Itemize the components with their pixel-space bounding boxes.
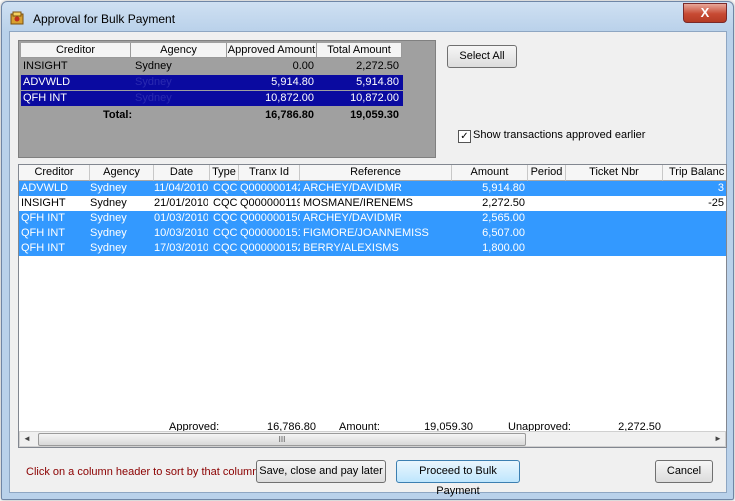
grid-header-ticket-nbr[interactable]: Ticket Nbr (566, 165, 663, 181)
grid-cell-agency: Sydney (90, 227, 127, 239)
summary-creditor: ADVWLD (23, 76, 71, 88)
grid-header-agency[interactable]: Agency (90, 165, 154, 181)
scrollbar-thumb[interactable]: III (38, 433, 526, 446)
summary-header-approved[interactable]: Approved Amount (227, 43, 317, 58)
summary-header-agency[interactable]: Agency (131, 43, 227, 58)
cancel-button[interactable]: Cancel (655, 460, 713, 483)
grid-cell-creditor: ADVWLD (21, 182, 69, 194)
sort-hint: Click on a column header to sort by that… (26, 466, 262, 478)
close-button[interactable]: X (683, 3, 727, 23)
grid-cell-reference: FIGMORE/JOANNEMISS (303, 227, 429, 239)
grid-row[interactable]: QFH INT Sydney 10/03/2010 CQC Q000000151… (19, 226, 726, 241)
horizontal-scrollbar[interactable]: ◄ III ► (19, 431, 726, 447)
grid-cell-agency: Sydney (90, 212, 127, 224)
grid-header-date[interactable]: Date (154, 165, 210, 181)
app-icon (10, 11, 24, 25)
grid-header-type[interactable]: Type (210, 165, 239, 181)
scroll-right-icon[interactable]: ► (711, 432, 725, 446)
summary-total-total: 19,059.30 (350, 109, 399, 121)
summary-row[interactable]: ADVWLD Sydney 5,914.80 5,914.80 (21, 75, 403, 90)
grid-header-creditor[interactable]: Creditor (19, 165, 90, 181)
grid-cell-agency: Sydney (90, 197, 127, 209)
grid-cell-trip-balance: -25 (708, 197, 724, 209)
summary-row[interactable]: INSIGHT Sydney 0.00 2,272.50 (21, 59, 403, 74)
grid-row[interactable]: QFH INT Sydney 01/03/2010 CQC Q000000150… (19, 211, 726, 226)
summary-creditor: QFH INT (23, 92, 67, 104)
summary-total: 5,914.80 (356, 76, 399, 88)
grid-cell-type: CQC (213, 212, 238, 224)
grid-row[interactable]: ADVWLD Sydney 11/04/2010 CQC Q000000142 … (19, 181, 726, 196)
summary-total-approved: 16,786.80 (265, 109, 314, 121)
grid-cell-reference: ARCHEY/DAVIDMR (303, 182, 402, 194)
grid-cell-amount: 5,914.80 (482, 182, 525, 194)
summary-total: 2,272.50 (356, 60, 399, 72)
grid-cell-creditor: QFH INT (21, 212, 65, 224)
summary-approved: 5,914.80 (271, 76, 314, 88)
grid-cell-reference: BERRY/ALEXISMS (303, 242, 399, 254)
summary-agency: Sydney (135, 92, 172, 104)
summary-header-creditor[interactable]: Creditor (21, 43, 131, 58)
summary-header-total[interactable]: Total Amount (317, 43, 402, 58)
grid-cell-type: CQC (213, 242, 238, 254)
grid-cell-tranx-id: Q000000142 (240, 182, 300, 194)
title-bar[interactable]: Approval for Bulk Payment X (2, 2, 733, 32)
grid-cell-date: 21/01/2010 (154, 197, 208, 209)
summary-agency: Sydney (135, 76, 172, 88)
grid-header-trip-balance[interactable]: Trip Balanc (663, 165, 726, 181)
grid-cell-type: CQC (213, 197, 238, 209)
grid-cell-amount: 2,272.50 (482, 197, 525, 209)
grid-cell-tranx-id: Q000000150 (240, 212, 300, 224)
summary-total: 10,872.00 (350, 92, 399, 104)
select-all-button[interactable]: Select All (447, 45, 517, 68)
grid-cell-tranx-id: Q000000152 (240, 242, 300, 254)
grid-cell-date: 11/04/2010 (154, 182, 208, 194)
grid-cell-amount: 6,507.00 (482, 227, 525, 239)
summary-creditor: INSIGHT (23, 60, 68, 72)
grid-cell-type: CQC (213, 227, 238, 239)
summary-approved: 0.00 (292, 60, 314, 72)
grid-cell-agency: Sydney (90, 242, 127, 254)
grid-header-reference[interactable]: Reference (300, 165, 452, 181)
grid-cell-creditor: QFH INT (21, 227, 65, 239)
grid-header-tranx-id[interactable]: Tranx Id (239, 165, 300, 181)
grid-cell-agency: Sydney (90, 182, 127, 194)
summary-total-label: Total: (103, 109, 133, 121)
dialog-window: Approval for Bulk Payment X Creditor Age… (1, 1, 734, 500)
grid-header-period[interactable]: Period (528, 165, 566, 181)
grid-cell-date: 01/03/2010 (154, 212, 208, 224)
grid-cell-creditor: QFH INT (21, 242, 65, 254)
summary-agency: Sydney (135, 60, 172, 72)
scroll-left-icon[interactable]: ◄ (20, 432, 34, 446)
grid-cell-type: CQC (213, 182, 238, 194)
summary-panel: Creditor Agency Approved Amount Total Am… (18, 40, 436, 158)
summary-row[interactable]: QFH INT Sydney 10,872.00 10,872.00 (21, 91, 403, 106)
dialog-body: Creditor Agency Approved Amount Total Am… (9, 31, 727, 497)
grid-cell-amount: 1,800.00 (482, 242, 525, 254)
checkbox-check-icon[interactable]: ✓ (458, 130, 471, 143)
grid-header-amount[interactable]: Amount (452, 165, 528, 181)
proceed-bulk-payment-button[interactable]: Proceed to Bulk Payment (396, 460, 520, 497)
grid-cell-tranx-id: Q000000151 (240, 227, 300, 239)
grid-row[interactable]: QFH INT Sydney 17/03/2010 CQC Q000000152… (19, 241, 726, 256)
summary-approved: 10,872.00 (265, 92, 314, 104)
grid-row[interactable]: INSIGHT Sydney 21/01/2010 CQC Q000000119… (19, 196, 726, 211)
window-title: Approval for Bulk Payment (33, 12, 176, 26)
show-approved-label: Show transactions approved earlier (473, 129, 646, 141)
grid-cell-date: 17/03/2010 (154, 242, 208, 254)
grid-cell-tranx-id: Q000000119 (240, 197, 300, 209)
grid-cell-amount: 2,565.00 (482, 212, 525, 224)
grid-cell-reference: ARCHEY/DAVIDMR (303, 212, 402, 224)
transactions-grid: Creditor Agency Date Type Tranx Id Refer… (18, 164, 727, 448)
grid-cell-reference: MOSMANE/IRENEMS (303, 197, 414, 209)
summary-total-row: Total: 16,786.80 19,059.30 (21, 108, 403, 123)
grid-cell-trip-balance: 3 (717, 182, 724, 194)
grid-cell-date: 10/03/2010 (154, 227, 208, 239)
save-close-button[interactable]: Save, close and pay later (256, 460, 386, 483)
grid-cell-creditor: INSIGHT (21, 197, 66, 209)
